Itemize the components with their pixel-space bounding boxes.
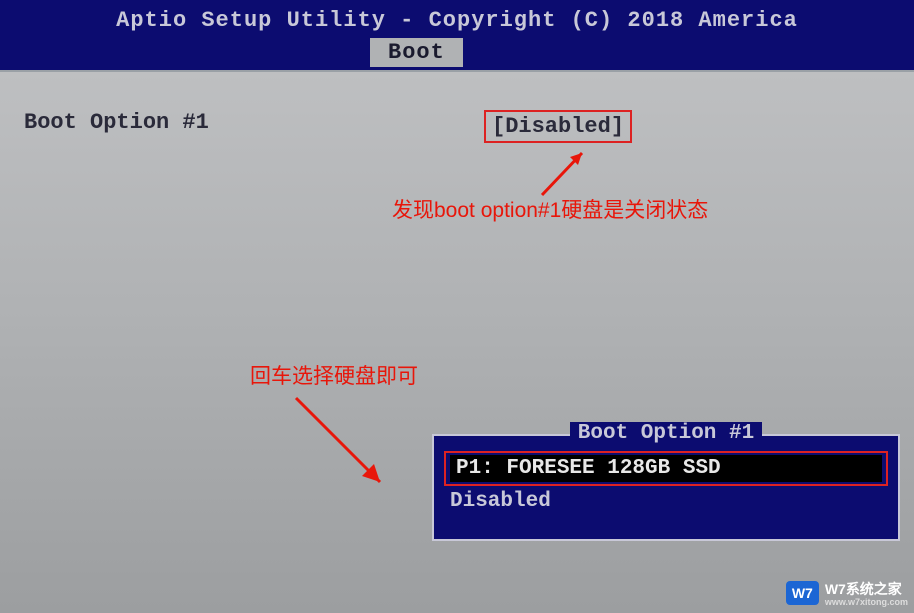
tab-boot[interactable]: Boot [370,38,463,67]
popup-option[interactable]: Disabled [450,490,882,513]
watermark-name: W7系统之家 [825,579,908,599]
annotation-1: 发现boot option#1硬盘是关闭状态 [392,194,708,224]
bios-screen: Aptio Setup Utility - Copyright (C) 2018… [0,0,914,613]
boot-option-label: Boot Option #1 [24,110,484,143]
header-title: Aptio Setup Utility - Copyright (C) 2018… [0,8,914,33]
annotation-2: 回车选择硬盘即可 [250,360,418,390]
popup-selected-value: P1: FORESEE 128GB SSD [450,455,882,482]
watermark-badge: W7 [786,581,819,605]
boot-option-popup[interactable]: Boot Option #1 P1: FORESEE 128GB SSD Dis… [432,434,900,541]
arrow-icon [534,145,594,200]
divider [0,70,914,72]
header-bar: Aptio Setup Utility - Copyright (C) 2018… [0,0,914,70]
popup-title: Boot Option #1 [434,422,898,445]
watermark-url: www.w7xitong.com [825,597,908,607]
content-area: Boot Option #1 [Disabled] [24,110,904,143]
popup-selected-row[interactable]: P1: FORESEE 128GB SSD [444,451,888,486]
arrow-icon [288,390,390,492]
watermark: W7 W7系统之家 www.w7xitong.com [786,579,908,607]
boot-option-value[interactable]: [Disabled] [484,110,632,143]
boot-option-row[interactable]: Boot Option #1 [Disabled] [24,110,904,143]
